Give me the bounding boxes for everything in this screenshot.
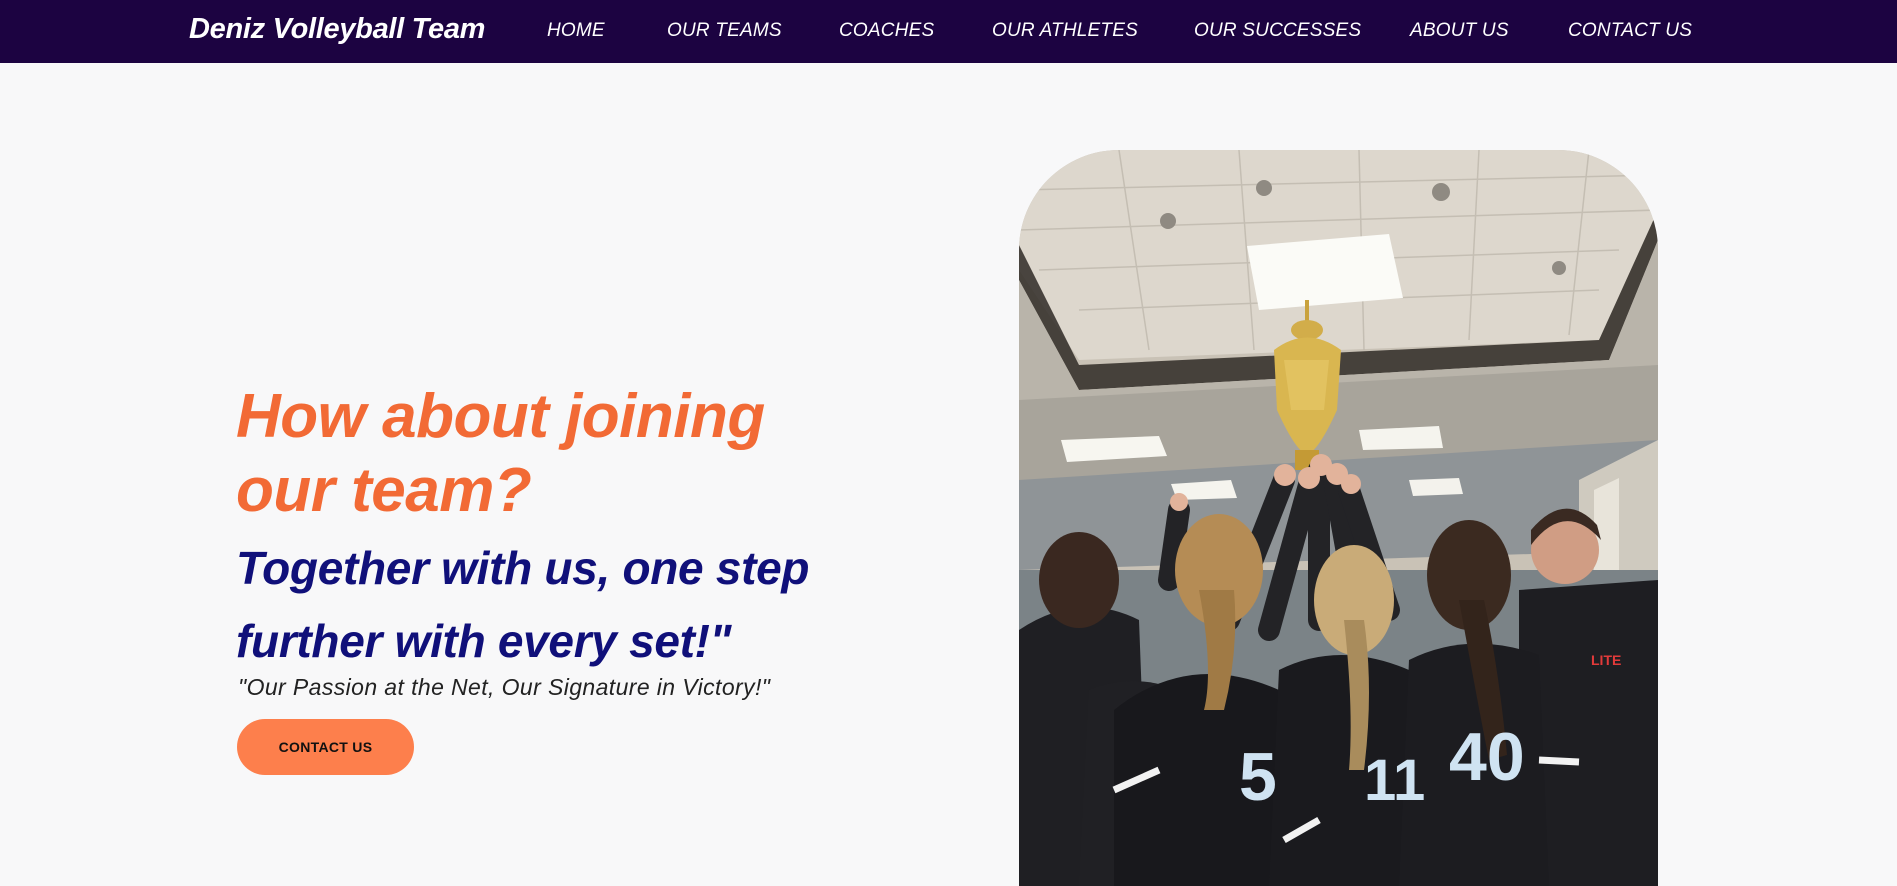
nav-about-us[interactable]: ABOUT US (1410, 20, 1509, 42)
jersey-number-40: 40 (1449, 719, 1525, 795)
hero-subtitle: Together with us, one step further with … (236, 542, 810, 667)
jersey-number-11: 11 (1364, 748, 1425, 813)
nav-coaches[interactable]: COACHES (839, 20, 934, 42)
contact-us-button[interactable]: CONTACT US (237, 719, 414, 775)
team-photo-illustration: LITE 5 11 40 (1019, 150, 1658, 886)
nav-our-teams[interactable]: OUR TEAMS (667, 20, 782, 42)
jersey-number-5: 5 (1239, 739, 1277, 815)
shirt-text: LITE (1591, 652, 1621, 668)
brand-logo[interactable]: Deniz Volleyball Team (189, 13, 485, 46)
nav-home[interactable]: HOME (547, 20, 605, 42)
hero-quote: "Our Passion at the Net, Our Signature i… (238, 674, 771, 700)
team-trophy-photo: LITE 5 11 40 (1019, 150, 1658, 886)
top-navbar: Deniz Volleyball Team HOME OUR TEAMS COA… (0, 0, 1897, 63)
nav-our-successes[interactable]: OUR SUCCESSES (1194, 20, 1361, 42)
nav-contact-us[interactable]: CONTACT US (1568, 20, 1692, 42)
nav-our-athletes[interactable]: OUR ATHLETES (992, 20, 1138, 42)
hero-title: How about joining our team? (236, 382, 765, 525)
